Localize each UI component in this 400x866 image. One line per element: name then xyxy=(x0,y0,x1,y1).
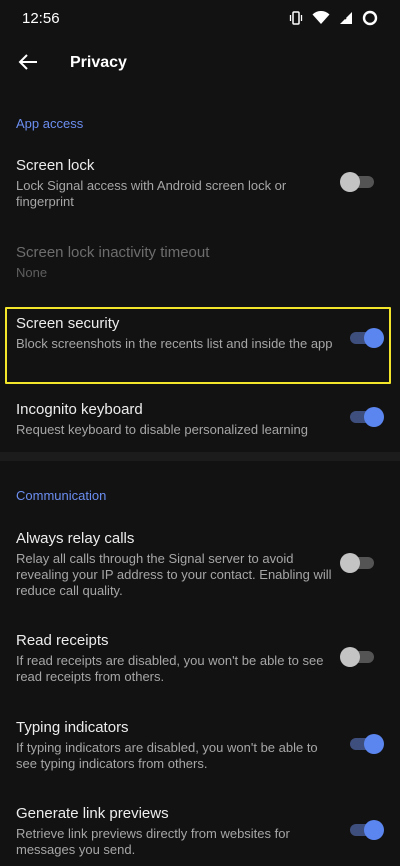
setting-summary: If read receipts are disabled, you won't… xyxy=(16,653,324,684)
incognito-keyboard-toggle[interactable] xyxy=(348,407,384,427)
setting-title: Screen lock xyxy=(16,157,95,174)
link-previews-toggle[interactable] xyxy=(348,820,384,840)
back-button[interactable] xyxy=(10,46,46,82)
setting-summary: Request keyboard to disable personalized… xyxy=(16,422,308,437)
setting-title: Screen lock inactivity timeout xyxy=(16,244,210,261)
setting-read-receipts[interactable]: Read receipts If read receipts are disab… xyxy=(0,623,400,687)
setting-summary: Relay all calls through the Signal serve… xyxy=(16,551,332,598)
setting-screen-lock-timeout: Screen lock inactivity timeout None xyxy=(0,235,400,285)
setting-summary: None xyxy=(16,265,48,280)
vibrate-icon xyxy=(289,11,303,25)
highlight-box xyxy=(5,307,391,384)
setting-typing-indicators[interactable]: Typing indicators If typing indicators a… xyxy=(0,710,400,774)
always-relay-calls-toggle[interactable] xyxy=(340,553,376,573)
setting-title: Incognito keyboard xyxy=(16,401,143,418)
toggle-thumb xyxy=(340,553,360,573)
section-divider xyxy=(0,452,400,461)
section-header-app-access: App access xyxy=(16,116,84,131)
status-icons xyxy=(289,10,378,26)
toggle-thumb xyxy=(340,647,360,667)
app-bar: Privacy xyxy=(0,36,400,92)
status-bar: 12:56 xyxy=(0,0,400,36)
setting-title: Always relay calls xyxy=(16,530,135,547)
setting-title: Generate link previews xyxy=(16,805,169,822)
wifi-icon xyxy=(312,11,330,25)
setting-always-relay-calls[interactable]: Always relay calls Relay all calls throu… xyxy=(0,521,400,605)
setting-title: Read receipts xyxy=(16,632,109,649)
typing-indicators-toggle[interactable] xyxy=(348,734,384,754)
page-title: Privacy xyxy=(70,54,127,71)
setting-screen-lock[interactable]: Screen lock Lock Signal access with Andr… xyxy=(0,148,400,216)
signal-icon xyxy=(339,11,353,25)
toggle-thumb xyxy=(364,407,384,427)
toggle-thumb xyxy=(364,820,384,840)
setting-link-previews[interactable]: Generate link previews Retrieve link pre… xyxy=(0,796,400,862)
setting-title: Typing indicators xyxy=(16,719,129,736)
screen-lock-toggle[interactable] xyxy=(340,172,376,192)
status-time: 12:56 xyxy=(22,9,60,27)
section-header-communication: Communication xyxy=(16,488,107,503)
toggle-thumb xyxy=(340,172,360,192)
arrow-left-icon xyxy=(18,53,38,76)
setting-incognito-keyboard[interactable]: Incognito keyboard Request keyboard to d… xyxy=(0,392,400,446)
battery-icon xyxy=(362,10,378,26)
read-receipts-toggle[interactable] xyxy=(340,647,376,667)
setting-summary: Lock Signal access with Android screen l… xyxy=(16,178,287,209)
setting-summary: If typing indicators are disabled, you w… xyxy=(16,740,318,771)
setting-summary: Retrieve link previews directly from web… xyxy=(16,826,290,857)
toggle-thumb xyxy=(364,734,384,754)
